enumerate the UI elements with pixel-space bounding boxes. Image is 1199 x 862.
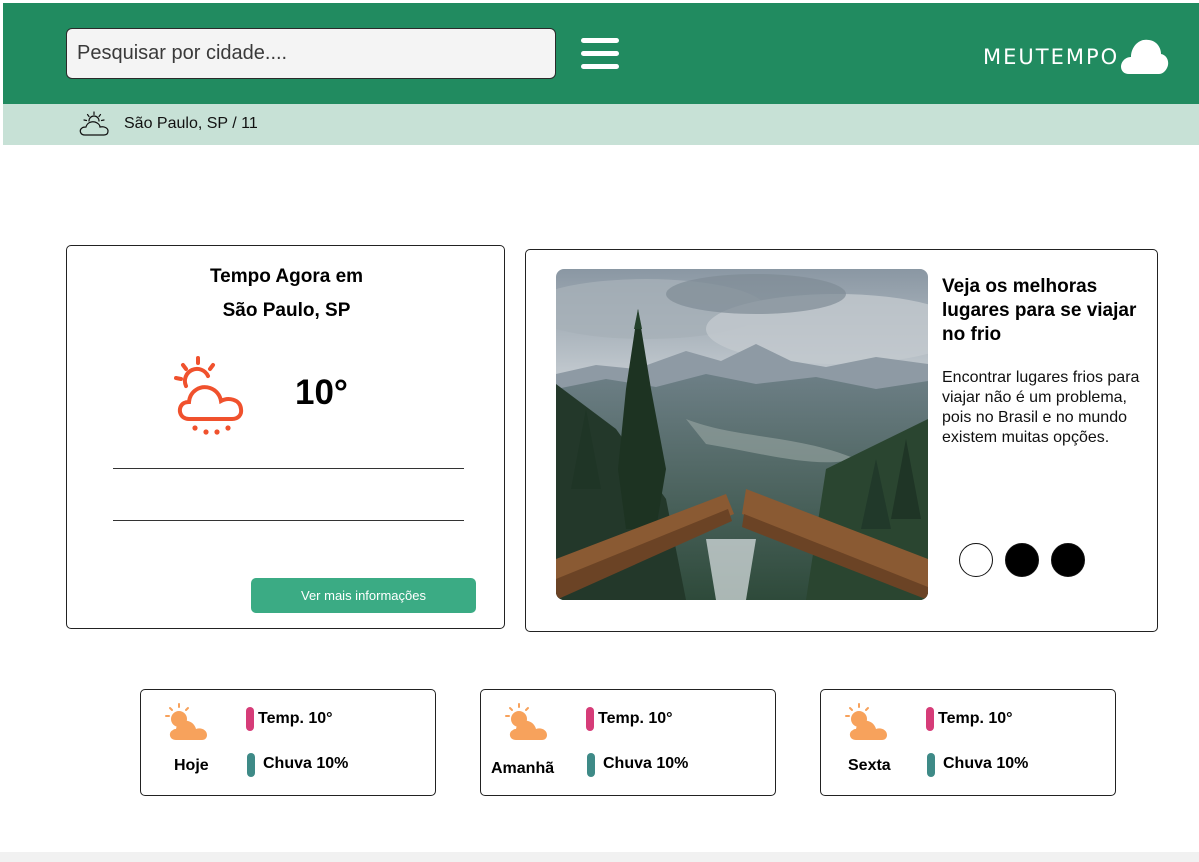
forecast-day: Amanhã xyxy=(491,760,555,777)
forecast-temp: Temp. 10° xyxy=(598,710,673,727)
forecast-temp: Temp. 10° xyxy=(938,710,1013,727)
forecast-rain: Chuva 10% xyxy=(603,755,689,772)
forecast-rain: Chuva 10% xyxy=(943,755,1029,772)
carousel-dot-1[interactable] xyxy=(959,543,993,577)
sun-cloud-icon xyxy=(845,703,887,740)
article-text: Encontrar lugares frios para viajar não … xyxy=(942,369,1140,446)
page: MEUTEMPO São Paulo, SP / 11 Tempo Agora … xyxy=(3,3,1199,852)
brand-name: MEUTEMPO xyxy=(983,45,1120,69)
title-line-1: Tempo Agora em xyxy=(209,266,364,287)
sun-cloud-rain-icon xyxy=(174,356,244,435)
page-bottom-edge xyxy=(0,852,1199,862)
sun-cloud-icon xyxy=(79,111,109,136)
temp-indicator xyxy=(586,707,594,731)
forecast-day: Hoje xyxy=(174,757,209,774)
temp-indicator xyxy=(926,707,934,731)
forecast-day: Sexta xyxy=(848,757,891,774)
temp-indicator xyxy=(246,707,254,731)
current-weather-title: Tempo Agora em São Paulo, SP xyxy=(67,260,506,328)
carousel-dot-3[interactable] xyxy=(1051,543,1085,577)
location-text: São Paulo, SP / 11 xyxy=(124,115,258,132)
current-weather-card: Tempo Agora em São Paulo, SP 10° Ver mai… xyxy=(66,245,505,629)
rain-indicator xyxy=(587,753,595,777)
menu-icon[interactable] xyxy=(581,38,619,70)
forecast-card[interactable]: Amanhã Temp. 10° Chuva 10% xyxy=(480,689,776,796)
mountain-landscape-image[interactable] xyxy=(556,269,928,600)
rain-indicator xyxy=(247,753,255,777)
forecast-card[interactable]: Hoje Temp. 10° Chuva 10% xyxy=(140,689,436,796)
title-line-2: São Paulo, SP xyxy=(222,300,351,321)
sun-cloud-icon xyxy=(505,703,547,740)
divider xyxy=(113,520,464,521)
article-title[interactable]: Veja os melhoras lugares para se viajar … xyxy=(942,275,1142,347)
rain-indicator xyxy=(927,753,935,777)
forecast-card[interactable]: Sexta Temp. 10° Chuva 10% xyxy=(820,689,1116,796)
sun-cloud-icon xyxy=(165,703,207,740)
forecast-rain: Chuva 10% xyxy=(263,755,349,772)
header: MEUTEMPO xyxy=(3,3,1199,104)
travel-article-card: Veja os melhoras lugares para se viajar … xyxy=(525,249,1158,632)
carousel-dot-2[interactable] xyxy=(1005,543,1039,577)
search-input[interactable] xyxy=(66,28,556,79)
location-bar: São Paulo, SP / 11 xyxy=(3,104,1199,145)
cloud-logo-icon xyxy=(1121,39,1169,74)
more-info-button[interactable]: Ver mais informações xyxy=(251,578,476,613)
current-temperature: 10° xyxy=(295,373,348,412)
forecast-temp: Temp. 10° xyxy=(258,710,333,727)
divider xyxy=(113,468,464,469)
